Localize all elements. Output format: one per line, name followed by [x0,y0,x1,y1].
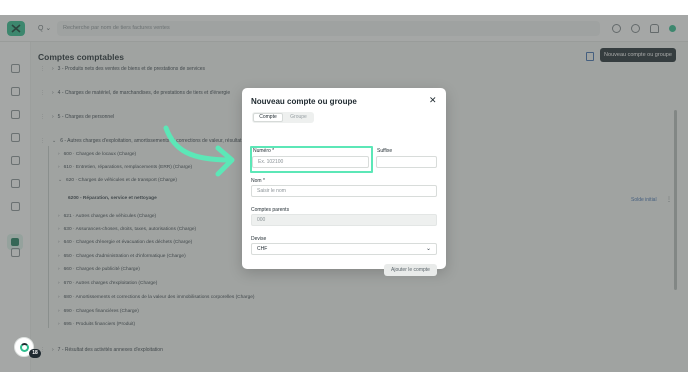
devise-value: CHF [257,246,268,252]
add-account-button[interactable]: Ajouter le compte [384,264,437,276]
tab-compte[interactable]: Compte [253,113,283,122]
nom-input[interactable]: Saisir le nom [251,185,437,197]
nom-label: Nom * [251,178,265,184]
dialog-title: Nouveau compte ou groupe [251,97,357,106]
pointer-arrow-icon [163,125,235,177]
devise-select[interactable]: CHF ⌄ [251,243,437,255]
highlight-box [250,146,373,173]
parents-label: Comptes parents [251,207,290,213]
suffixe-input[interactable] [376,156,437,168]
new-account-dialog: Nouveau compte ou groupe ✕ Compte Groupe… [242,88,446,276]
close-icon[interactable]: ✕ [429,95,437,106]
devise-label: Devise [251,236,267,242]
support-icon [20,343,29,352]
nom-placeholder: Saisir le nom [257,188,286,194]
suffixe-label: Suffixe [377,148,393,154]
parents-value: 000 [257,217,266,223]
type-switch: Compte Groupe [252,112,314,123]
tab-groupe[interactable]: Groupe [284,113,313,122]
parents-field: 000 [251,214,437,226]
notification-badge: 18 [29,349,41,358]
chevron-down-icon: ⌄ [425,246,431,252]
